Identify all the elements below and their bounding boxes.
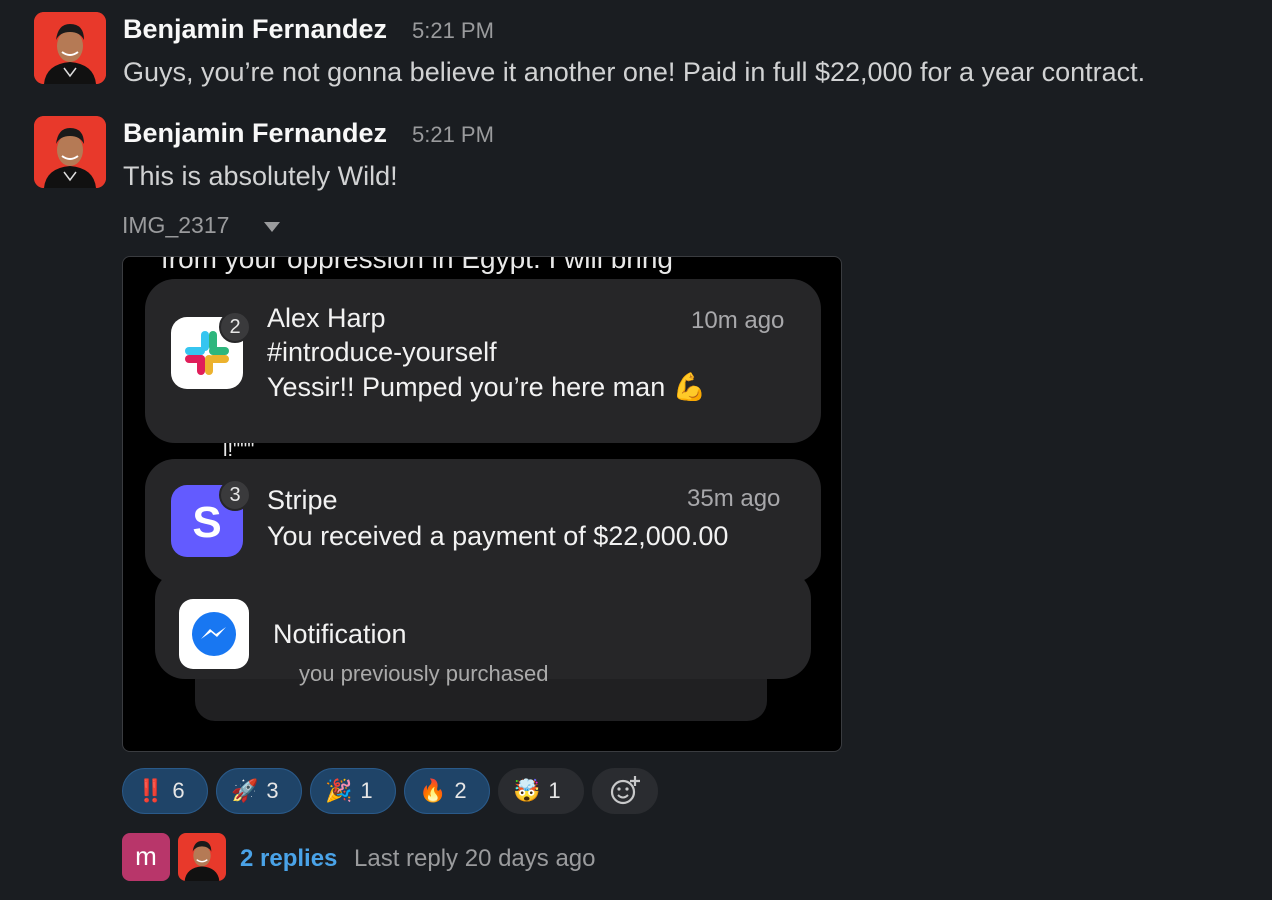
author-name[interactable]: Benjamin Fernandez	[123, 118, 387, 149]
author-name[interactable]: Benjamin Fernandez	[123, 14, 387, 45]
notification-badge: 2	[219, 311, 251, 343]
notification-time: 35m ago	[687, 485, 781, 512]
avatar	[178, 833, 226, 881]
background-text: from your oppression in Egypt. I will br…	[161, 256, 673, 274]
last-reply-text: Last reply 20 days ago	[354, 845, 596, 872]
notification-footer: you previously purchased	[299, 661, 549, 686]
notification-body: You received a payment of $22,000.00	[267, 521, 729, 551]
avatar: m	[122, 833, 170, 881]
message-text: This is absolutely Wild!	[123, 161, 398, 191]
reaction-count: 1	[360, 778, 373, 803]
messenger-icon	[179, 599, 249, 669]
notification-title: Stripe	[267, 485, 338, 515]
reaction-mind-blown[interactable]: 🤯 1	[498, 768, 584, 814]
timestamp[interactable]: 5:21 PM	[412, 18, 494, 44]
notification-time: 10m ago	[691, 307, 785, 334]
avatar[interactable]	[34, 12, 106, 84]
avatar[interactable]	[34, 116, 106, 188]
reaction-rocket[interactable]: 🚀 3	[216, 768, 302, 814]
rocket-icon: 🚀	[231, 778, 259, 803]
party-popper-icon: 🎉	[325, 778, 353, 803]
person-icon	[178, 833, 226, 881]
notification-body: Yessir!! Pumped you’re here man 💪	[267, 372, 707, 402]
person-icon	[34, 116, 106, 188]
notification-slack: 2 Alex Harp 10m ago #introduce-yourself …	[145, 279, 821, 443]
avatar-letter: m	[135, 841, 157, 871]
replies-link[interactable]: 2 replies	[240, 845, 337, 873]
reaction-fire[interactable]: 🔥 2	[404, 768, 490, 814]
notification-stripe: S 3 Stripe 35m ago You received a paymen…	[145, 459, 821, 583]
reaction-count: 1	[548, 778, 561, 803]
attachment-filename[interactable]: IMG_2317	[122, 212, 229, 239]
chevron-down-icon[interactable]	[264, 222, 280, 232]
notification-title: Alex Harp	[267, 303, 386, 333]
svg-text:S: S	[192, 498, 221, 547]
fire-icon: 🔥	[419, 778, 447, 803]
notification-badge: 3	[219, 479, 251, 511]
reaction-bangbang[interactable]: ‼️ 6	[122, 768, 208, 814]
add-reaction-button[interactable]	[592, 768, 658, 814]
exploding-head-icon: 🤯	[513, 778, 541, 803]
reaction-count: 2	[454, 778, 467, 803]
person-icon	[34, 12, 106, 84]
reaction-party[interactable]: 🎉 1	[310, 768, 396, 814]
add-emoji-icon	[610, 776, 640, 805]
reaction-count: 3	[266, 778, 279, 803]
image-attachment[interactable]: from your oppression in Egypt. I will br…	[122, 256, 842, 752]
notification-body: Notification	[273, 619, 407, 649]
message-text: Guys, you’re not gonna believe it anothe…	[123, 57, 1146, 87]
notification-subtitle: #introduce-yourself	[267, 337, 497, 367]
timestamp[interactable]: 5:21 PM	[412, 122, 494, 148]
double-exclamation-icon: ‼️	[137, 778, 165, 803]
reaction-count: 6	[172, 778, 185, 803]
